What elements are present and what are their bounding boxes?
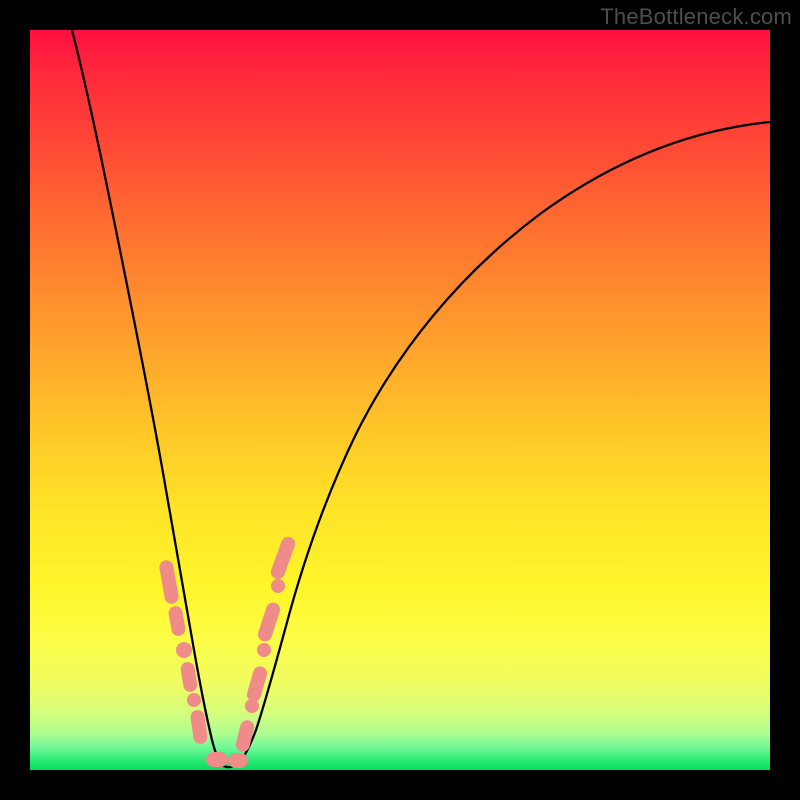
bead-group-right xyxy=(234,535,297,753)
curve-left-branch xyxy=(72,30,222,765)
watermark-text: TheBottleneck.com xyxy=(600,4,792,30)
chart-frame: TheBottleneck.com xyxy=(0,0,800,800)
curve-svg xyxy=(30,30,770,770)
bead-group-bottom xyxy=(206,752,248,768)
plot-area xyxy=(30,30,770,770)
curve-right-branch xyxy=(222,122,770,767)
